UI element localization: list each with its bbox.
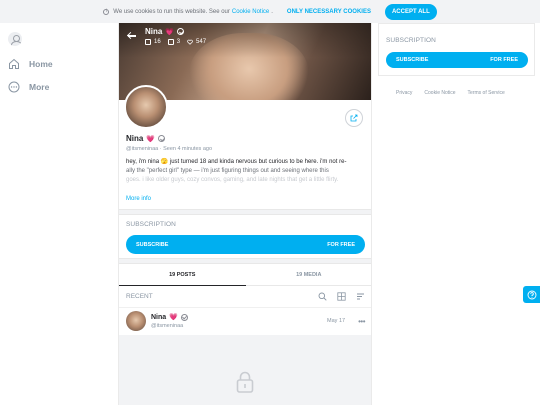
post-avatar[interactable] xyxy=(126,311,146,331)
content-tabs: 19 POSTS 19 MEDIA xyxy=(119,264,372,286)
left-sidebar: Home More xyxy=(0,23,118,405)
right-panel: SUBSCRIPTION SUBSCRIBE FOR FREE Privacy … xyxy=(378,23,540,405)
cookie-notice-link[interactable]: Cookie Notice xyxy=(232,9,269,15)
help-icon xyxy=(527,290,536,299)
user-avatar[interactable] xyxy=(8,32,22,46)
cookie-text-suffix: . xyxy=(271,8,273,15)
subscription-title: SUBSCRIPTION xyxy=(386,37,436,44)
heart-emoji: 💗 xyxy=(165,28,175,36)
profile-handle-line: @itsmeninaa · Seen 4 minutes ago xyxy=(126,146,213,152)
info-icon xyxy=(103,8,110,15)
heart-icon xyxy=(187,39,193,45)
heart-emoji: 💗 xyxy=(146,135,156,143)
privacy-link[interactable]: Privacy xyxy=(396,90,412,96)
profile-name-text: Nina xyxy=(126,134,144,143)
more-info-link[interactable]: More info xyxy=(126,196,151,202)
bio-line: goes. i like older guys, cozy convos, ga… xyxy=(126,177,339,183)
video-icon xyxy=(167,39,174,45)
grid-icon[interactable] xyxy=(337,292,346,301)
tab-posts[interactable]: 19 POSTS xyxy=(119,264,246,286)
verified-icon xyxy=(180,313,188,321)
post-header: Nina 💗 @itsmeninaa May 17 ••• xyxy=(126,308,365,334)
profile-stats: 16 3 547 xyxy=(145,39,206,45)
bio-line: hey, i'm nina 🫣 just turned 18 and kinda… xyxy=(126,159,347,165)
photos-count: 16 xyxy=(145,39,161,45)
sort-icon[interactable] xyxy=(356,292,365,301)
locked-post-media xyxy=(119,335,371,405)
back-arrow-icon[interactable] xyxy=(127,31,137,41)
sidebar-item-label: More xyxy=(29,82,50,92)
subscribe-label: SUBSCRIBE xyxy=(136,241,169,248)
cookie-message: We use cookies to run this website. See … xyxy=(103,8,273,15)
cookie-banner: We use cookies to run this website. See … xyxy=(0,0,540,23)
sidebar-item-home[interactable]: Home xyxy=(8,58,53,70)
recent-toolbar: RECENT xyxy=(119,286,371,308)
sidebar-item-label: Home xyxy=(29,59,53,69)
accept-all-button[interactable]: ACCEPT ALL xyxy=(384,3,437,20)
likes-count: 547 xyxy=(187,39,206,45)
price-label: FOR FREE xyxy=(327,241,355,248)
post-date: May 17 xyxy=(327,318,346,324)
home-icon xyxy=(9,58,19,69)
subscription-card: SUBSCRIPTION SUBSCRIBE FOR FREE xyxy=(378,23,535,76)
cover-name-text: Nina xyxy=(145,27,163,36)
verified-icon xyxy=(177,28,185,35)
photos-count-value: 16 xyxy=(154,39,161,45)
cookie-notice-link[interactable]: Cookie Notice xyxy=(424,90,455,96)
profile-name: Nina 💗 xyxy=(126,134,166,143)
videos-count-value: 3 xyxy=(176,39,181,45)
more-circle-icon xyxy=(8,81,20,93)
subscription-title: SUBSCRIPTION xyxy=(126,221,176,228)
bio-line: ally the "perfect girl" type — i'm just … xyxy=(126,168,329,174)
profile-avatar[interactable] xyxy=(124,85,168,129)
post-menu-icon[interactable]: ••• xyxy=(358,317,365,326)
subscribe-button[interactable]: SUBSCRIBE FOR FREE xyxy=(386,52,528,68)
subscribe-button[interactable]: SUBSCRIBE FOR FREE xyxy=(126,235,365,254)
profile-main: Nina 💗 16 3 547 Nina 💗 @itsmeninaa · See… xyxy=(118,23,372,405)
lock-icon xyxy=(236,371,254,393)
subscribe-label: SUBSCRIBE xyxy=(396,57,429,63)
share-button[interactable] xyxy=(345,109,363,127)
divider xyxy=(119,209,371,215)
cookie-text: We use cookies to run this website. See … xyxy=(113,8,230,15)
profile-handle: @itsmeninaa xyxy=(126,146,159,152)
recent-label: RECENT xyxy=(126,293,153,300)
post-author-name[interactable]: Nina xyxy=(151,314,166,321)
likes-count-value: 547 xyxy=(196,39,207,45)
tab-media[interactable]: 19 MEDIA xyxy=(246,264,372,285)
terms-link[interactable]: Terms of Service xyxy=(468,90,505,96)
search-icon[interactable] xyxy=(318,292,327,301)
share-icon xyxy=(350,114,358,122)
verified-icon xyxy=(158,135,166,142)
sidebar-item-more[interactable]: More xyxy=(8,81,49,93)
videos-count: 3 xyxy=(167,39,181,45)
price-label: FOR FREE xyxy=(490,57,518,63)
only-necessary-cookies-button[interactable]: ONLY NECESSARY COOKIES xyxy=(283,9,375,15)
profile-bio: hey, i'm nina 🫣 just turned 18 and kinda… xyxy=(126,158,366,185)
post-author: Nina 💗 xyxy=(151,313,322,321)
cover-title: Nina 💗 xyxy=(145,27,206,36)
help-button[interactable] xyxy=(523,286,540,303)
cover-header: Nina 💗 16 3 547 xyxy=(127,27,206,45)
image-icon xyxy=(145,39,151,45)
last-seen: Seen 4 minutes ago xyxy=(163,146,213,152)
post-handle: @itsmeninaa xyxy=(151,323,184,329)
heart-emoji: 💗 xyxy=(169,314,178,321)
footer-links: Privacy Cookie Notice Terms of Service xyxy=(396,90,505,96)
